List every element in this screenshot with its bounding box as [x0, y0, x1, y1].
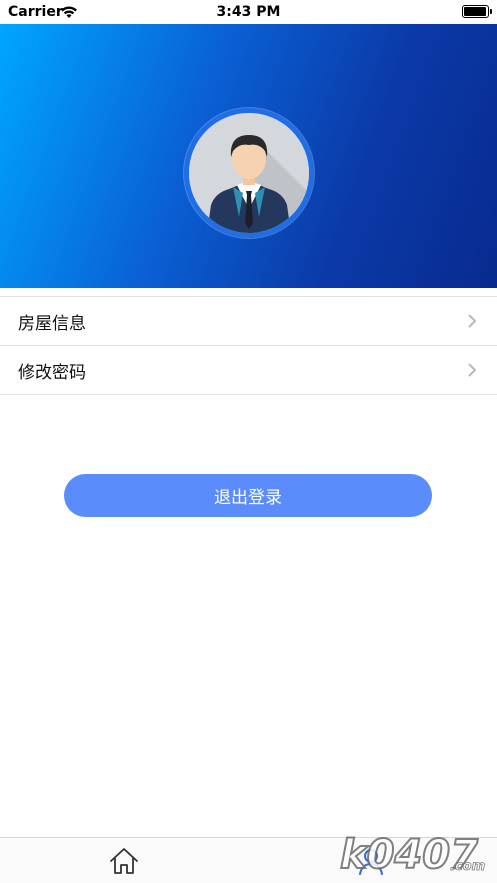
logout-button[interactable]: 退出登录 — [64, 474, 432, 517]
battery-level — [464, 7, 486, 16]
settings-list: 房屋信息 修改密码 — [0, 296, 497, 395]
businessman-avatar-icon — [189, 113, 309, 233]
chevron-right-icon — [468, 314, 476, 328]
home-icon[interactable] — [108, 845, 140, 877]
house-info-label: 房屋信息 — [18, 313, 86, 334]
watermark-logo: k0407 .com — [338, 826, 488, 879]
house-info-row[interactable]: 房屋信息 — [0, 297, 497, 346]
profile-header — [0, 24, 497, 288]
avatar[interactable] — [184, 108, 314, 238]
svg-text:.com: .com — [450, 859, 485, 874]
change-password-label: 修改密码 — [18, 362, 86, 383]
change-password-row[interactable]: 修改密码 — [0, 346, 497, 395]
status-bar: Carrier 3:43 PM — [0, 0, 497, 24]
chevron-right-icon — [468, 363, 476, 377]
battery-icon — [462, 5, 492, 18]
clock: 3:43 PM — [216, 4, 281, 20]
